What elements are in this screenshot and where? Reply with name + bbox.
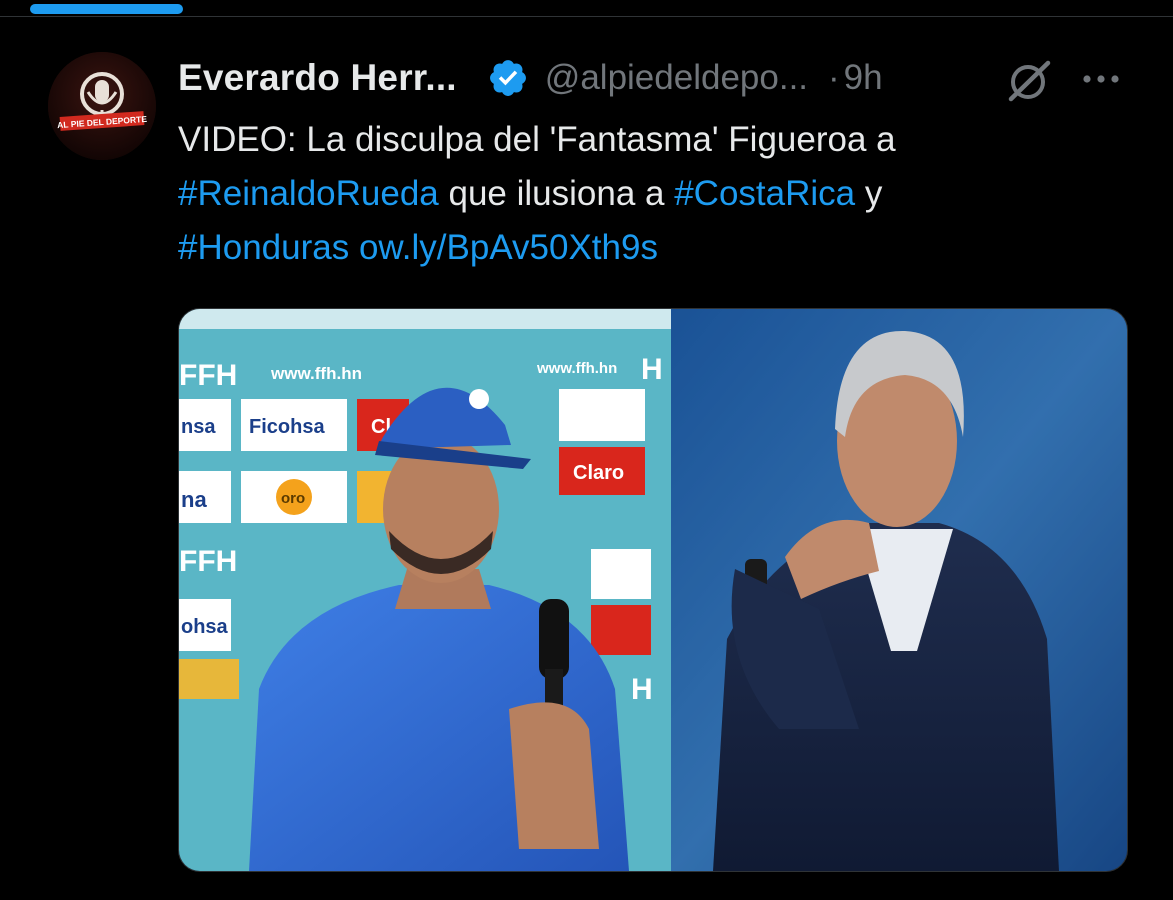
backdrop-text: Ficohsa [249,416,325,438]
backdrop-text: Claro [573,462,624,484]
avatar-logo: AL PIE DEL DEPORTE [48,52,156,160]
tweet-text-space [349,228,359,267]
tweet-header: Everardo Herr... @alpiedeldepo... · 9h [178,54,883,102]
avatar[interactable]: AL PIE DEL DEPORTE [48,52,156,160]
hashtag-honduras[interactable]: #Honduras [178,228,349,267]
tweet-text-fragment: que ilusiona a [438,174,675,213]
divider [0,16,1173,17]
tweet-text-line-1: VIDEO: La disculpa del 'Fantasma' Figuer… [178,120,896,159]
author-display-name[interactable]: Everardo Herr... [178,57,457,99]
backdrop-text: ohsa [181,616,229,638]
tweet-link[interactable]: ow.ly/BpAv50Xth9s [359,228,658,267]
backdrop-text: H [641,353,663,386]
grok-icon[interactable] [1004,58,1054,104]
backdrop-text: FFH [179,359,237,392]
tweet-text-line-2: #ReinaldoRueda que ilusiona a #CostaRica… [178,167,1138,221]
backdrop-text: H [631,673,653,706]
tweet-timestamp[interactable]: 9h [844,58,883,98]
backdrop-text: oro [281,490,305,507]
tweet-media-image[interactable]: nsa Ficohsa Cla Claro FFH www.ffh.hn www… [178,308,1128,872]
verified-badge-icon [489,60,526,96]
author-handle[interactable]: @alpiedeldepo... [545,58,808,98]
backdrop-text: www.ffh.hn [270,364,362,383]
tweet-text: VIDEO: La disculpa del 'Fantasma' Figuer… [178,113,1138,275]
hashtag-reinaldo-rueda[interactable]: #ReinaldoRueda [178,174,439,213]
backdrop-text: www.ffh.hn [536,360,617,377]
more-options-icon[interactable] [1078,62,1124,96]
tweet-page: AL PIE DEL DEPORTE Everardo Herr... @alp… [0,0,1173,900]
header-separator: · [828,58,840,97]
tweet-text-fragment: y [855,174,883,213]
active-tab-indicator [30,4,183,14]
media-illustration: nsa Ficohsa Cla Claro FFH www.ffh.hn www… [179,309,1127,871]
backdrop-text: FFH [179,545,237,578]
backdrop-text: na [181,487,207,512]
tweet-text-line-3: #Honduras ow.ly/BpAv50Xth9s [178,221,1138,275]
backdrop-text: nsa [181,416,216,438]
hashtag-costa-rica[interactable]: #CostaRica [674,174,855,213]
